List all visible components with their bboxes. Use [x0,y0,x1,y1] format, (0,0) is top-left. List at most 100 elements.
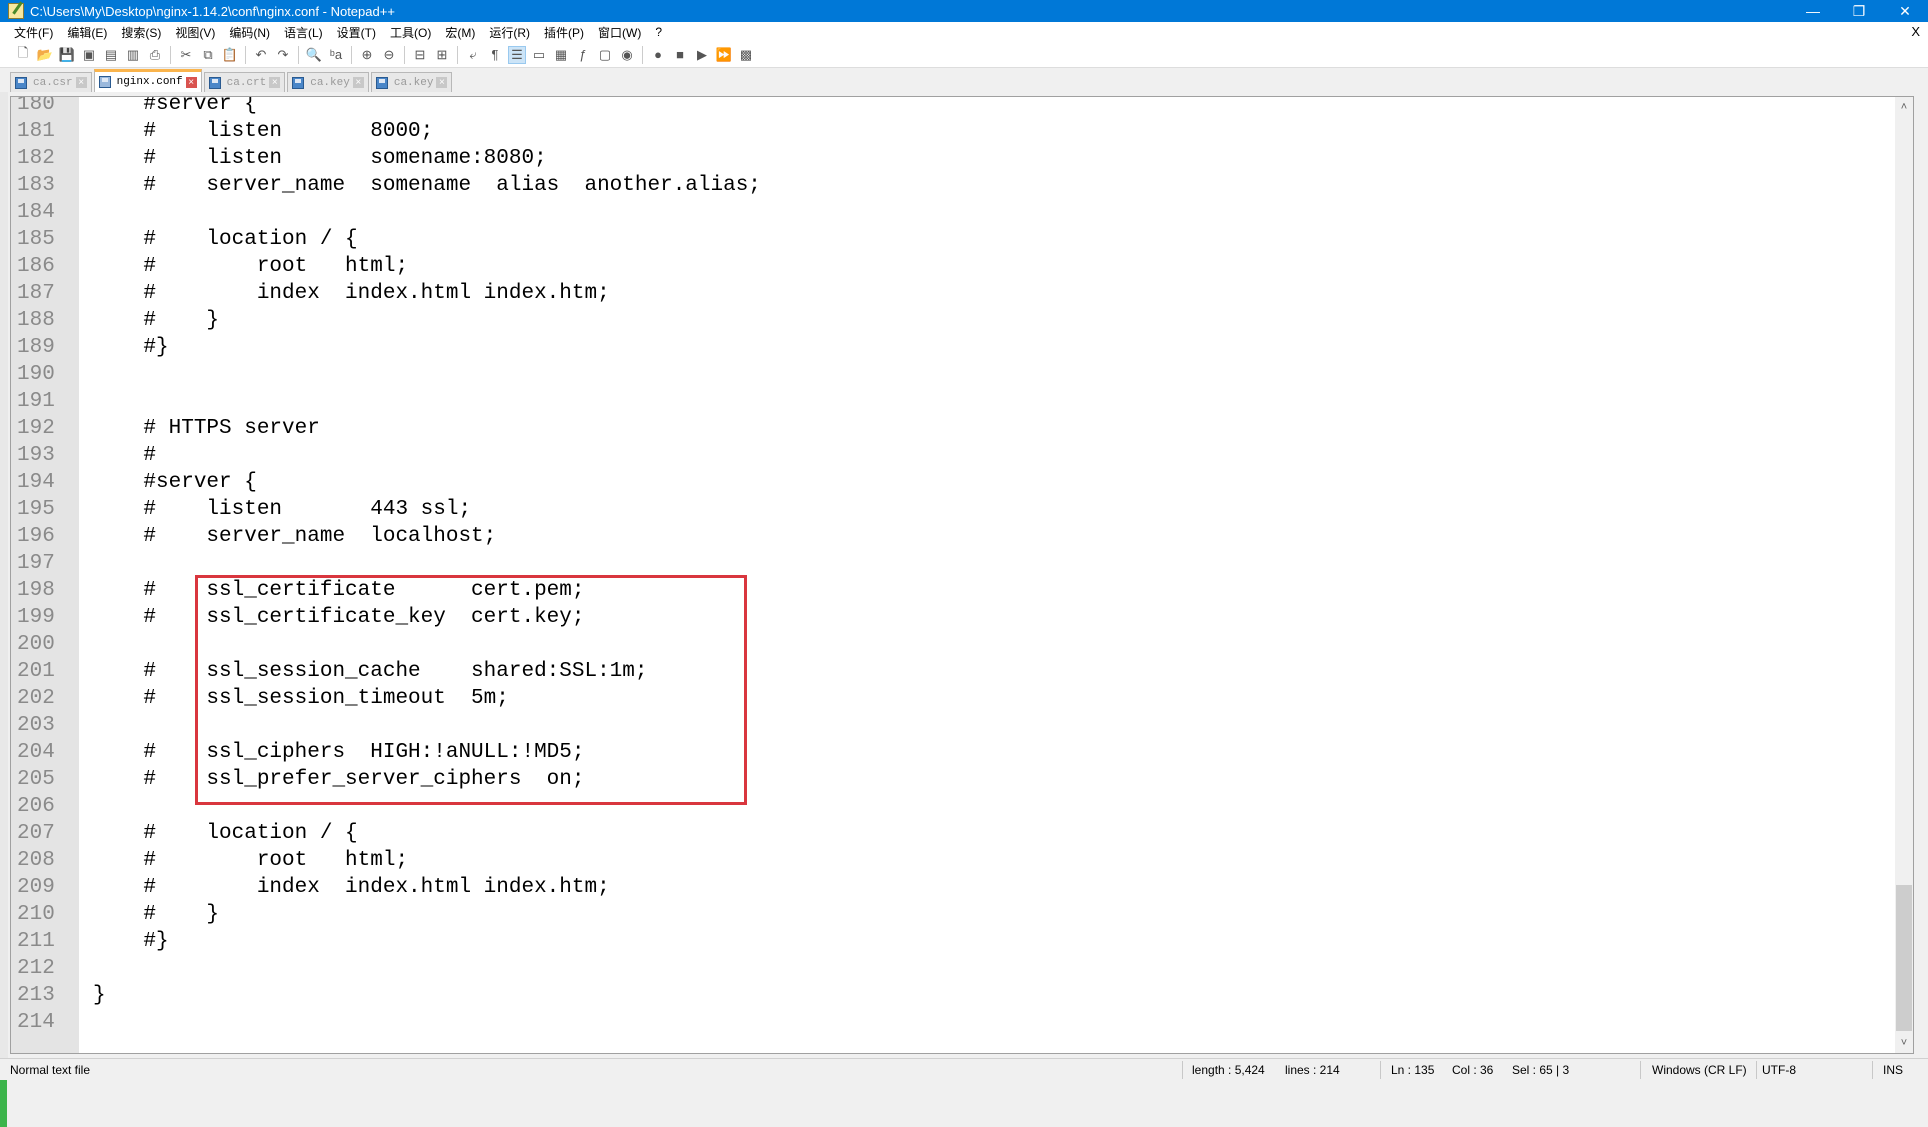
playback-macro-icon[interactable]: ▶ [693,46,711,64]
document-tab[interactable]: ca.key × [370,72,453,92]
window-left-edge [0,92,8,1127]
scrollbar-thumb[interactable] [1896,885,1912,1031]
indent-guide-icon[interactable]: ☰ [508,45,526,64]
tab-close-icon[interactable]: × [75,77,87,88]
line-number: 208 [17,849,55,872]
menu-item[interactable]: 文件(F) [0,24,60,41]
stop-recording-icon[interactable]: ■ [671,46,689,64]
document-map-icon[interactable]: ▦ [552,46,570,64]
line-text: # root html; [93,849,409,872]
line-number: 210 [17,903,55,926]
scroll-down-arrow-icon[interactable]: ˅ [1895,1035,1913,1051]
document-tab[interactable]: ca.key × [287,72,369,92]
line-text: # location / { [93,822,358,845]
menu-item[interactable]: 编辑(E) [60,24,114,41]
menu-item[interactable]: 视图(V) [168,24,222,41]
code-line: 185 # location / { [11,226,1891,253]
close-icon[interactable]: ▤ [102,46,120,64]
status-length: length : 5,424 [1192,1063,1265,1077]
code-line: 183 # server_name somename alias another… [11,172,1891,199]
line-text: # listen somename:8080; [93,147,547,170]
new-file-icon[interactable]: 🗋 [14,45,32,64]
line-number: 193 [17,444,55,467]
replace-icon[interactable]: ᵇa [327,46,345,64]
print-icon[interactable]: ⎙ [146,46,164,64]
status-encoding[interactable]: UTF-8 [1762,1063,1796,1077]
line-number: 212 [17,957,55,980]
line-number: 191 [17,390,55,413]
paste-icon[interactable]: 📋 [221,46,239,64]
tab-close-icon[interactable]: × [185,76,197,88]
menu-item[interactable]: 插件(P) [537,24,591,41]
status-separator [1872,1061,1873,1079]
code-line: 211 #} [11,928,1891,955]
line-number: 201 [17,660,55,683]
close-window-button[interactable]: ✕ [1882,0,1928,22]
status-insert-mode[interactable]: INS [1883,1063,1903,1077]
record-macro-icon[interactable]: ● [649,46,667,64]
sync-horizontal-icon[interactable]: ⊞ [433,46,451,64]
notepad-plus-plus-app-icon [8,3,24,19]
menu-item[interactable]: 搜索(S) [114,24,168,41]
save-all-icon[interactable]: ▣ [80,46,98,64]
sync-vertical-icon[interactable]: ⊟ [411,46,429,64]
run-macro-multiple-icon[interactable]: ⏩ [715,46,733,64]
file-saved-icon [98,76,111,88]
tab-label: nginx.conf [116,76,183,88]
status-eol-format[interactable]: Windows (CR LF) [1652,1063,1747,1077]
code-line: 197 [11,550,1891,577]
close-document-button[interactable]: X [1911,24,1920,39]
save-macro-icon[interactable]: ▩ [737,46,755,64]
cut-icon[interactable]: ✂ [177,46,195,64]
tab-close-icon[interactable]: × [352,77,364,88]
tab-close-icon[interactable]: × [269,77,281,88]
menu-bar: 文件(F) 编辑(E) 搜索(S) 视图(V) 编码(N) 语言(L) 设置(T) 工具(O)… [0,22,1928,42]
line-number: 187 [17,282,55,305]
status-separator [1182,1061,1183,1079]
scroll-up-arrow-icon[interactable]: ˄ [1895,99,1913,115]
zoom-in-icon[interactable]: ⊕ [358,46,376,64]
undo-icon[interactable]: ↶ [252,46,270,64]
line-text: #server { [93,96,257,116]
tab-label: ca.key [393,76,434,89]
line-number: 183 [17,174,55,197]
monitoring-icon[interactable]: ◉ [618,46,636,64]
show-all-chars-icon[interactable]: ¶ [486,46,504,64]
find-icon[interactable]: 🔍 [305,46,323,64]
close-all-icon[interactable]: ▥ [124,46,142,64]
menu-item[interactable]: 窗口(W) [591,24,648,41]
document-tab[interactable]: nginx.conf × [93,69,202,92]
line-number: 180 [17,96,55,116]
line-number: 182 [17,147,55,170]
word-wrap-icon[interactable]: ⤶ [464,46,482,64]
function-list-icon[interactable]: ƒ [574,46,592,64]
folder-as-workspace-icon[interactable]: ▢ [596,46,614,64]
document-tab[interactable]: ca.csr × [10,72,92,92]
line-text: # } [93,309,220,332]
text-editor[interactable]: 180 #server {181 # listen 8000; 182 # lis… [10,96,1914,1054]
document-tab[interactable]: ca.crt × [203,72,286,92]
menu-item[interactable]: 编码(N) [222,24,277,41]
save-icon[interactable]: 💾 [58,46,76,64]
menu-item[interactable]: ? [648,25,669,39]
zoom-out-icon[interactable]: ⊖ [380,46,398,64]
redo-icon[interactable]: ↷ [274,46,292,64]
code-line: 212 [11,955,1891,982]
menu-item[interactable]: 宏(M) [438,24,482,41]
line-number: 186 [17,255,55,278]
copy-icon[interactable]: ⧉ [199,46,217,64]
user-defined-language-icon[interactable]: ▭ [530,46,548,64]
line-number: 200 [17,633,55,656]
vertical-scrollbar[interactable]: ˄ ˅ [1895,97,1913,1053]
code-line: 186 # root html; [11,253,1891,280]
menu-item[interactable]: 工具(O) [383,24,438,41]
menu-item[interactable]: 运行(R) [482,24,537,41]
code-line: 182 # listen somename:8080; [11,145,1891,172]
tab-close-icon[interactable]: × [436,77,448,88]
open-file-icon[interactable]: 📂 [36,46,54,64]
menu-item[interactable]: 语言(L) [277,24,330,41]
restore-button[interactable]: ❐ [1836,0,1882,22]
menu-item[interactable]: 设置(T) [330,24,383,41]
line-text: # listen 443 ssl; [93,498,472,521]
minimize-button[interactable]: — [1790,0,1836,22]
